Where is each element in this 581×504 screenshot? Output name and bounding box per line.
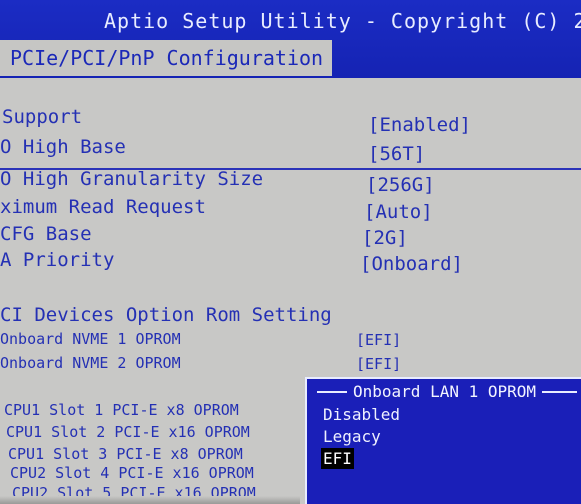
- setting-value[interactable]: [Auto]: [364, 201, 433, 223]
- app-title: Aptio Setup Utility - Copyright (C) 2020: [104, 9, 581, 33]
- setting-value[interactable]: [56T]: [368, 143, 425, 165]
- setting-value[interactable]: [Onboard]: [360, 253, 463, 275]
- title-bar: Aptio Setup Utility - Copyright (C) 2020…: [0, 0, 581, 78]
- setting-label: O High Granularity Size: [0, 168, 264, 190]
- popup-option-legacy[interactable]: Legacy: [321, 426, 383, 447]
- option-rom-label: CPU2 Slot 4 PCI-E x16 OPROM: [10, 464, 254, 482]
- option-rom-value[interactable]: [EFI]: [356, 331, 401, 349]
- option-rom-label: Onboard NVME 1 OPROM: [0, 330, 181, 348]
- setting-value[interactable]: [256G]: [366, 174, 435, 196]
- setting-label: ximum Read Request: [0, 196, 206, 218]
- setting-label: O High Base: [0, 136, 126, 158]
- setting-value[interactable]: [2G]: [362, 227, 408, 249]
- popup-option-efi[interactable]: EFI: [321, 448, 354, 469]
- section-heading: CI Devices Option Rom Setting: [0, 304, 332, 326]
- setting-label: Support: [2, 106, 83, 128]
- bottom-edge: [0, 496, 300, 504]
- tab-label: PCIe/PCI/PnP Configuration: [10, 46, 324, 70]
- popup-title: Onboard LAN 1 OPROM: [347, 382, 543, 401]
- option-rom-label: CPU1 Slot 1 PCI-E x8 OPROM: [4, 401, 239, 419]
- option-rom-label: CPU1 Slot 3 PCI-E x8 OPROM: [8, 445, 243, 463]
- option-rom-label: Onboard NVME 2 OPROM: [0, 354, 181, 372]
- option-popup[interactable]: Onboard LAN 1 OPROM Disabled Legacy EFI: [305, 377, 581, 504]
- option-rom-label: CPU1 Slot 2 PCI-E x16 OPROM: [6, 423, 250, 441]
- setting-label: A Priority: [0, 249, 115, 271]
- popup-option-disabled[interactable]: Disabled: [321, 404, 402, 425]
- bios-screen: Aptio Setup Utility - Copyright (C) 2020…: [0, 0, 581, 504]
- tab-pcie-configuration[interactable]: PCIe/PCI/PnP Configuration: [0, 40, 332, 76]
- setting-value[interactable]: [Enabled]: [368, 114, 471, 136]
- setting-label: CFG Base: [0, 223, 92, 245]
- option-rom-value[interactable]: [EFI]: [356, 355, 401, 373]
